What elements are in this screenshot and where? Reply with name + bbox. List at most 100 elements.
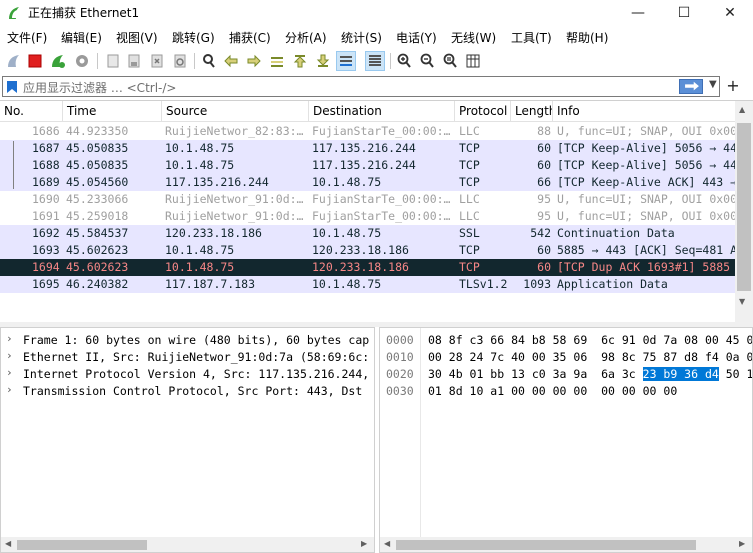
capture-options-button[interactable] [72,51,92,71]
packet-protocol: SSL [459,226,480,240]
zoom-in-button[interactable] [394,51,414,71]
arrow-down-bar-icon [316,54,330,67]
menu-capture[interactable]: 捕获(C) [229,29,271,46]
go-forward-button[interactable] [244,51,264,71]
menu-tools[interactable]: 工具(T) [511,29,552,46]
menu-go[interactable]: 跳转(G) [172,29,215,46]
apply-filter-button[interactable] [679,79,703,94]
minimize-button[interactable]: — [615,0,661,26]
menu-wireless[interactable]: 无线(W) [451,29,496,46]
packet-details-pane[interactable]: › Frame 1: 60 bytes on wire (480 bits), … [0,327,375,553]
menu-bar: 文件(F) 编辑(E) 视图(V) 跳转(G) 捕获(C) 分析(A) 统计(S… [0,26,753,48]
colorize-button[interactable] [365,51,385,71]
save-file-button[interactable] [124,51,144,71]
restart-capture-button[interactable] [48,51,68,71]
add-filter-button[interactable]: + [724,76,742,95]
scroll-thumb[interactable] [396,540,696,550]
scroll-thumb[interactable] [737,123,751,291]
detail-frame[interactable]: › Frame 1: 60 bytes on wire (480 bits), … [1,332,374,349]
column-protocol[interactable]: Protocol [455,101,511,122]
scroll-left-icon[interactable]: ◀ [5,539,11,548]
packet-no: 1687 [32,141,60,155]
packet-row[interactable]: 1689 45.054560 117.135.216.244 10.1.48.7… [0,174,735,191]
scroll-right-icon[interactable]: ▶ [739,539,745,548]
packet-row[interactable]: 1691 45.259018 RuijieNetwor_91:0d:… Fuji… [0,208,735,225]
menu-statistics[interactable]: 统计(S) [341,29,382,46]
packet-row[interactable]: 1687 45.050835 10.1.48.75 117.135.216.24… [0,140,735,157]
open-file-button[interactable] [103,51,123,71]
column-info[interactable]: Info [553,101,735,122]
zoom-out-button[interactable] [417,51,437,71]
close-file-button[interactable] [147,51,167,71]
packet-row[interactable]: 1695 46.240382 117.187.7.183 10.1.48.75 … [0,276,735,293]
hex-row[interactable]: 0000 08 8f c3 66 84 b8 58 69 6c 91 0d 7a… [380,332,752,349]
packet-row[interactable]: 1690 45.233066 RuijieNetwor_91:0d:… Fuji… [0,191,735,208]
packet-row[interactable]: 1693 45.602623 10.1.48.75 120.233.18.186… [0,242,735,259]
packet-protocol: TCP [459,260,480,274]
packet-time: 45.050835 [66,158,129,172]
menu-telephony[interactable]: 电话(Y) [396,29,437,46]
resize-columns-button[interactable] [463,51,483,71]
scroll-left-icon[interactable]: ◀ [384,539,390,548]
chevron-right-icon[interactable]: › [6,349,13,362]
chevron-right-icon[interactable]: › [6,332,13,345]
menu-analyze[interactable]: 分析(A) [285,29,327,46]
chevron-down-icon[interactable]: ▼ [709,79,717,90]
toolbar-separator [194,53,195,69]
last-packet-button[interactable] [313,51,333,71]
column-destination[interactable]: Destination [309,101,455,122]
shark-fin-icon [8,55,19,67]
detail-tcp[interactable]: › Transmission Control Protocol, Src Por… [1,383,374,400]
column-source[interactable]: Source [162,101,309,122]
detail-text: Transmission Control Protocol, Src Port:… [23,384,363,398]
menu-edit[interactable]: 编辑(E) [61,29,102,46]
detail-ip[interactable]: › Internet Protocol Version 4, Src: 117.… [1,366,374,383]
arrow-up-bar-icon [293,55,307,68]
column-length[interactable]: Length [511,101,553,122]
hex-row[interactable]: 0010 00 28 24 7c 40 00 35 06 98 8c 75 87… [380,349,752,366]
column-no[interactable]: No. [0,101,63,122]
menu-help[interactable]: 帮助(H) [566,29,608,46]
stop-capture-button[interactable] [25,51,45,71]
packet-no: 1689 [32,175,60,189]
chevron-right-icon[interactable]: › [6,383,13,396]
find-packet-button[interactable] [199,51,219,71]
menu-file[interactable]: 文件(F) [7,29,47,46]
details-horizontal-scrollbar[interactable]: ◀ ▶ [1,537,374,552]
packet-length: 542 [530,226,551,240]
autoscroll-button[interactable] [336,51,356,71]
hex-row[interactable]: 0030 01 8d 10 a1 00 00 00 00 00 00 00 00 [380,383,752,400]
column-time[interactable]: Time [63,101,162,122]
detail-ethernet[interactable]: › Ethernet II, Src: RuijieNetwor_91:0d:7… [1,349,374,366]
detail-text: Internet Protocol Version 4, Src: 117.13… [23,367,370,381]
go-to-packet-button[interactable] [267,51,287,71]
packet-list[interactable]: No. Time Source Destination Protocol Len… [0,100,753,323]
scroll-thumb[interactable] [17,540,147,550]
scroll-up-icon[interactable]: ▲ [739,105,745,114]
start-capture-button[interactable] [4,51,24,71]
hex-row[interactable]: 0020 30 4b 01 bb 13 c0 3a 9a 6a 3c 23 b9… [380,366,752,383]
main-toolbar [0,48,753,74]
bookmark-icon[interactable] [6,80,18,94]
packet-list-vertical-scrollbar[interactable]: ▲ ▼ [735,101,753,323]
zoom-reset-button[interactable] [440,51,460,71]
display-filter-input[interactable]: 应用显示过滤器 … <Ctrl-/> ▼ [2,76,720,97]
bytes-horizontal-scrollbar[interactable]: ◀ ▶ [380,537,752,552]
packet-row-selected[interactable]: 1694 45.602623 10.1.48.75 120.233.18.186… [0,259,735,276]
chevron-right-icon[interactable]: › [6,366,13,379]
maximize-button[interactable]: ☐ [661,0,707,26]
packet-bytes-pane[interactable]: 0000 08 8f c3 66 84 b8 58 69 6c 91 0d 7a… [379,327,753,553]
packet-row[interactable]: 1692 45.584537 120.233.18.186 10.1.48.75… [0,225,735,242]
close-button[interactable]: ✕ [707,0,753,26]
first-packet-button[interactable] [290,51,310,71]
packet-row[interactable]: 1686 44.923350 RuijieNetwor_82:83:… Fuji… [0,123,735,140]
packet-time: 45.602623 [66,243,129,257]
packet-time: 45.054560 [66,175,129,189]
go-back-button[interactable] [221,51,241,71]
scroll-down-icon[interactable]: ▼ [739,297,745,306]
reload-file-button[interactable] [170,51,190,71]
packet-row[interactable]: 1688 45.050835 10.1.48.75 117.135.216.24… [0,157,735,174]
scroll-right-icon[interactable]: ▶ [361,539,367,548]
packet-protocol: TCP [459,175,480,189]
menu-view[interactable]: 视图(V) [116,29,158,46]
